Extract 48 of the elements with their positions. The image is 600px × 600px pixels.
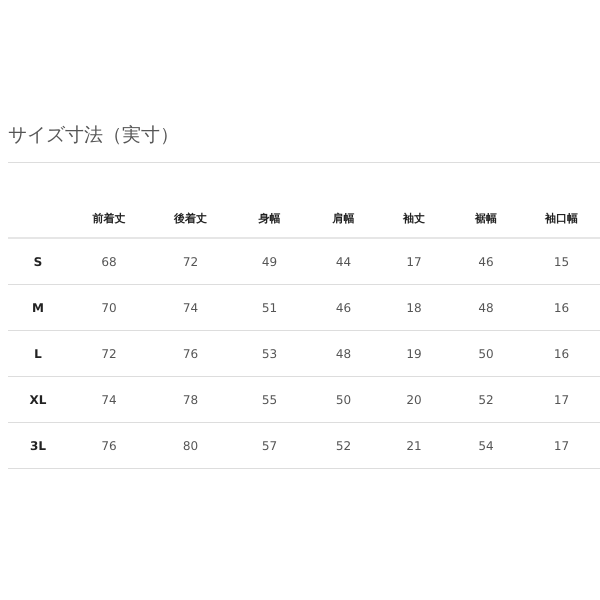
table-cell: 50 — [478, 346, 494, 360]
table-cell: 80 — [182, 438, 198, 452]
size-label: 3L — [30, 438, 46, 452]
table-cell: 21 — [406, 438, 422, 452]
column-header: 肩幅 — [332, 210, 354, 226]
table-cell: 44 — [336, 254, 352, 268]
table-cell: 76 — [182, 346, 198, 360]
table-cell: 16 — [554, 346, 570, 360]
table-cell: 50 — [336, 392, 352, 406]
section-title: サイズ寸法（実寸） — [8, 124, 179, 146]
column-header: 後着丈 — [174, 210, 207, 226]
table-cell: 78 — [182, 392, 198, 406]
table-cell: 48 — [478, 300, 494, 314]
table-cell: 76 — [101, 438, 117, 452]
table-cell: 72 — [101, 346, 117, 360]
column-header: 袖口幅 — [545, 210, 578, 226]
column-header: 裾幅 — [475, 210, 497, 226]
column-header: 前着丈 — [92, 210, 126, 226]
table-cell: 46 — [478, 254, 494, 268]
table-cell: 70 — [101, 300, 117, 314]
table-cell: 54 — [478, 438, 494, 452]
size-label: M — [32, 300, 44, 314]
table-cell: 17 — [554, 438, 570, 452]
table-cell: 68 — [101, 254, 117, 268]
table-cell: 18 — [406, 300, 422, 314]
table-cell: 46 — [336, 300, 352, 314]
table-cell: 72 — [182, 254, 198, 268]
table-cell: 48 — [336, 346, 352, 360]
table-cell: 52 — [478, 392, 494, 406]
size-label: XL — [30, 392, 46, 406]
table-cell: 74 — [182, 300, 198, 314]
table-cell: 55 — [262, 392, 278, 406]
table-cell: 17 — [406, 254, 422, 268]
table-cell: 57 — [262, 438, 278, 452]
table-cell: 74 — [101, 392, 117, 406]
size-label: L — [34, 346, 42, 360]
size-label: S — [34, 254, 42, 268]
table-cell: 51 — [262, 300, 278, 314]
table-cell: 19 — [406, 346, 422, 360]
column-header: 袖丈 — [403, 210, 425, 226]
table-cell: 49 — [262, 254, 278, 268]
table-cell: 52 — [336, 438, 352, 452]
table-cell: 20 — [406, 392, 422, 406]
table-cell: 16 — [554, 300, 570, 314]
table-cell: 53 — [262, 346, 278, 360]
table-cell: 15 — [554, 254, 570, 268]
column-header: 身幅 — [258, 210, 280, 226]
table-cell: 17 — [554, 392, 570, 406]
